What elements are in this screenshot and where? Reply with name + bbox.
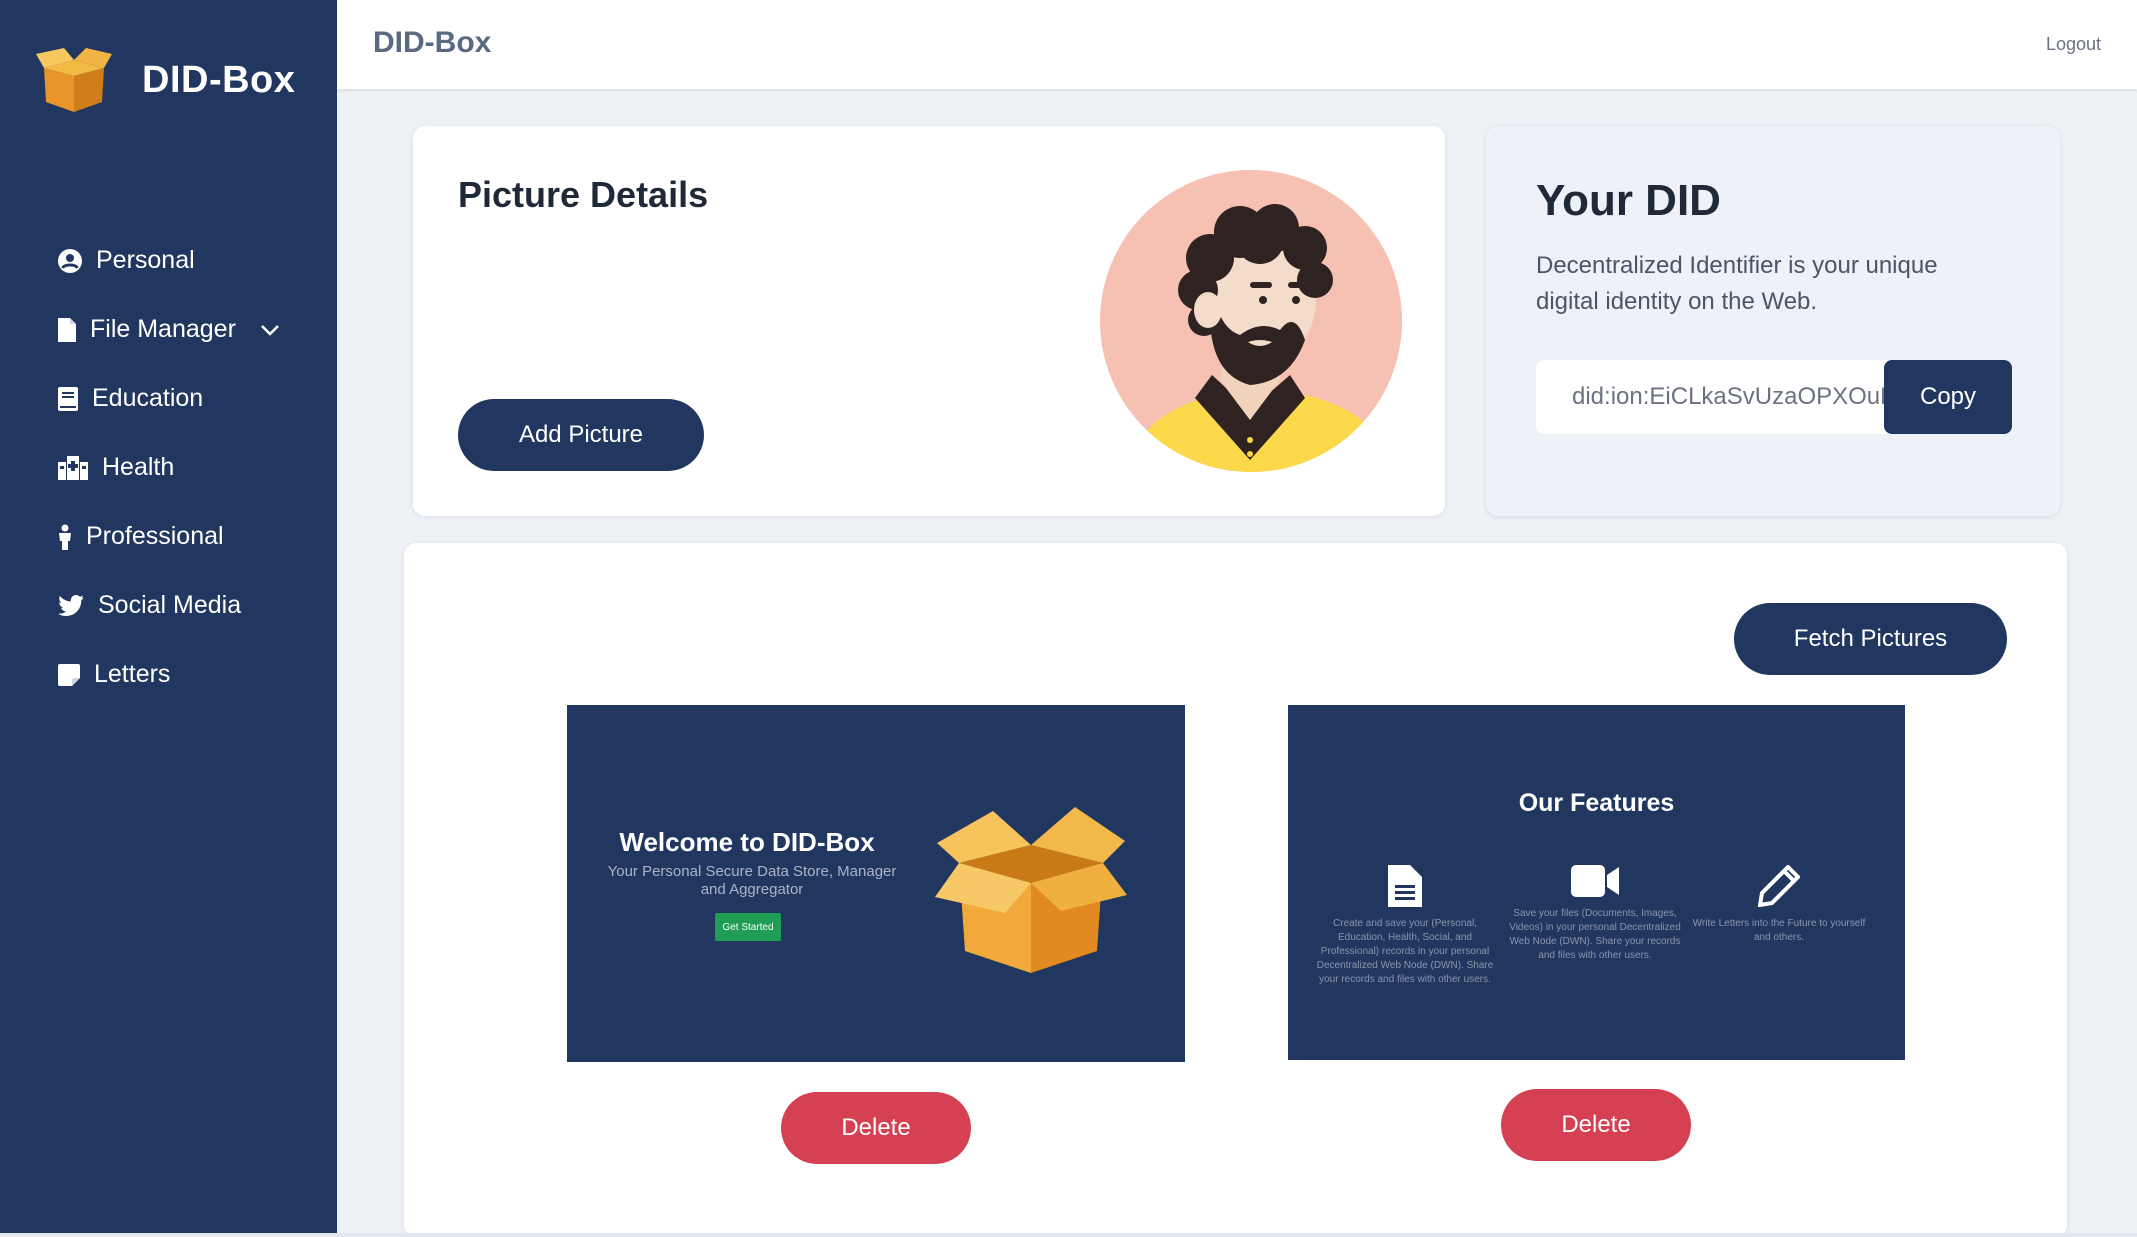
sidebar-item-label: Letters [94,660,171,688]
delete-picture-button[interactable]: Delete [781,1092,971,1164]
copy-button[interactable]: Copy [1884,360,2012,434]
pictures-gallery: Fetch Pictures Welcome to DID-Box Your P… [404,543,2067,1237]
bottom-divider [0,1233,2137,1237]
person-icon [59,524,71,550]
file-icon [58,317,76,342]
sidebar-item-letters[interactable]: Letters [58,640,318,709]
did-card: Your DID Decentralized Identifier is you… [1486,126,2060,516]
feature-item: Write Letters into the Future to yoursel… [1688,865,1870,945]
sidebar-item-professional[interactable]: Professional [58,502,318,571]
sidebar-item-label: Education [92,384,204,412]
page-title: DID-Box [373,26,492,59]
get-started-button: Get Started [715,913,781,941]
add-picture-button[interactable]: Add Picture [458,399,704,471]
brand-name: DID-Box [142,58,296,101]
video-icon [1571,865,1619,897]
feature-item: Save your files (Documents, Images, Vide… [1504,865,1686,963]
note-icon [58,663,80,686]
box-logo-icon [36,48,112,112]
book-icon [58,386,78,411]
picture-thumbnail-features[interactable]: Our Features Create and save your (Perso… [1288,705,1905,1060]
feature-item: Create and save your (Personal, Educatio… [1314,865,1496,987]
feature-text: Write Letters into the Future to yoursel… [1692,918,1866,943]
logout-link[interactable]: Logout [2046,34,2101,55]
sidebar-item-personal[interactable]: Personal [58,226,318,295]
sidebar-item-file-manager[interactable]: File Manager [58,295,318,364]
brand[interactable]: DID-Box [36,40,295,120]
top-bar: DID-Box Logout [337,0,2137,89]
thumbnail-title: Our Features [1518,789,1675,817]
picture-details-card: Picture Details Add Picture [413,126,1445,516]
feature-text: Create and save your (Personal, Educatio… [1316,918,1494,985]
delete-picture-button[interactable]: Delete [1501,1089,1691,1161]
user-circle-icon [58,248,82,273]
sidebar-item-education[interactable]: Education [58,364,318,433]
sidebar-item-health[interactable]: Health [58,433,318,502]
sidebar-item-label: Health [102,453,175,481]
thumbnail-title: Welcome to DID-Box [619,827,875,857]
picture-details-title: Picture Details [458,174,709,215]
thumbnail-subtitle: Your Personal Secure Data Store, Manager… [607,863,897,898]
did-input[interactable] [1536,360,1896,434]
sidebar-item-social-media[interactable]: Social Media [58,571,318,640]
pencil-icon [1758,865,1800,907]
chevron-down-icon[interactable] [260,324,280,336]
did-description: Decentralized Identifier is your unique … [1536,252,1938,315]
hospital-icon [58,455,88,480]
fetch-pictures-button[interactable]: Fetch Pictures [1734,603,2007,675]
open-box-icon [935,807,1127,973]
sidebar: DID-Box Personal File Manager Education … [0,0,337,1233]
twitter-icon [58,594,84,616]
picture-thumbnail-welcome[interactable]: Welcome to DID-Box Your Personal Secure … [567,705,1185,1062]
sidebar-item-label: Professional [86,522,224,550]
sidebar-item-label: File Manager [90,315,236,343]
sidebar-item-label: Personal [96,246,195,274]
sidebar-item-label: Social Media [98,591,242,619]
document-icon [1388,865,1422,907]
feature-text: Save your files (Documents, Images, Vide… [1509,908,1681,961]
profile-avatar [1100,170,1402,472]
sidebar-nav: Personal File Manager Education Health P… [58,226,318,709]
did-title: Your DID [1536,176,1721,225]
